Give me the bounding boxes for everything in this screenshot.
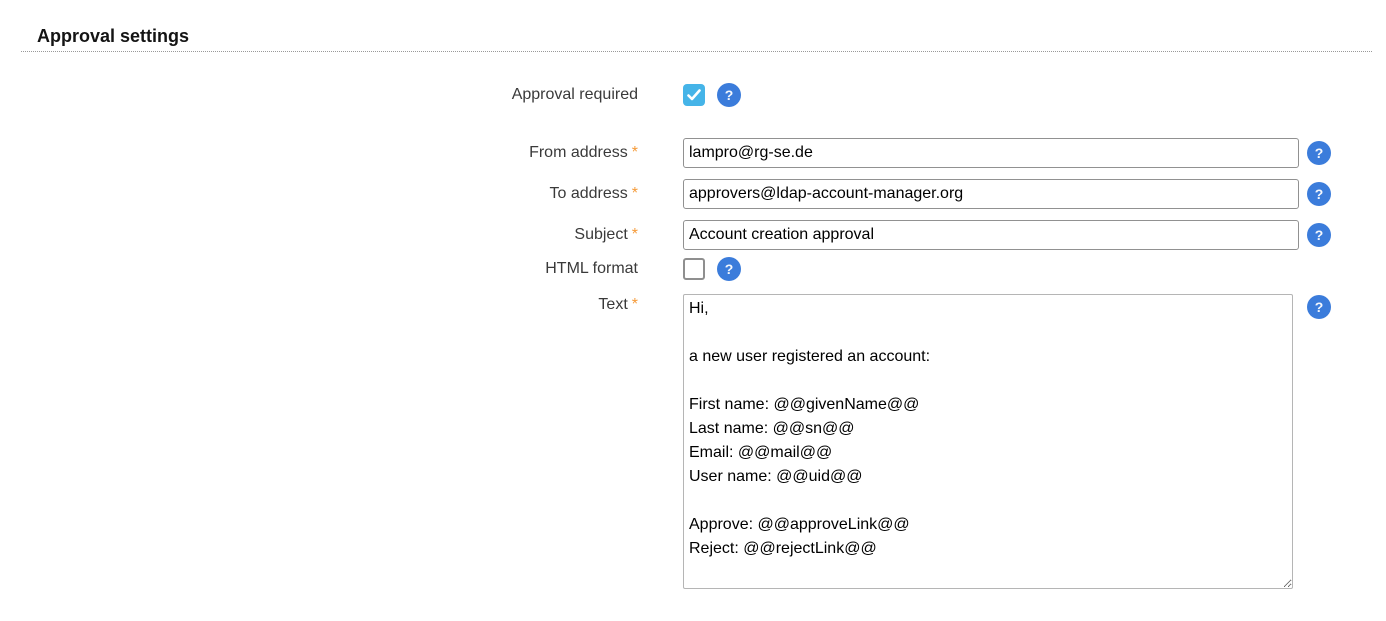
- from-address-row: From address* ?: [21, 138, 1372, 168]
- from-address-help-icon[interactable]: ?: [1307, 141, 1331, 165]
- approval-required-row: Approval required ?: [21, 83, 1372, 107]
- approval-required-help-icon[interactable]: ?: [717, 83, 741, 107]
- section-title: Approval settings: [21, 26, 1372, 52]
- text-help-icon[interactable]: ?: [1307, 295, 1331, 319]
- required-asterisk: *: [632, 185, 638, 202]
- approval-settings-form: Approval required ? From address* ?: [21, 83, 1372, 589]
- required-asterisk: *: [632, 296, 638, 313]
- subject-input[interactable]: [683, 220, 1299, 250]
- to-address-label: To address*: [21, 185, 683, 203]
- to-address-input[interactable]: [683, 179, 1299, 209]
- text-row: Text* Hi, a new user registered an accou…: [21, 294, 1372, 589]
- approval-required-label: Approval required: [21, 86, 683, 104]
- html-format-help-icon[interactable]: ?: [717, 257, 741, 281]
- html-format-checkbox[interactable]: [683, 258, 705, 280]
- subject-row: Subject* ?: [21, 220, 1372, 250]
- required-asterisk: *: [632, 144, 638, 161]
- checkmark-icon: [687, 89, 701, 101]
- to-address-help-icon[interactable]: ?: [1307, 182, 1331, 206]
- html-format-row: HTML format ?: [21, 257, 1372, 281]
- from-address-input[interactable]: [683, 138, 1299, 168]
- to-address-row: To address* ?: [21, 179, 1372, 209]
- approval-settings-section: Approval settings Approval required ? Fr…: [21, 26, 1372, 589]
- subject-help-icon[interactable]: ?: [1307, 223, 1331, 247]
- text-textarea[interactable]: Hi, a new user registered an account: Fi…: [683, 294, 1293, 589]
- html-format-label: HTML format: [21, 260, 683, 278]
- required-asterisk: *: [632, 226, 638, 243]
- text-label: Text*: [21, 294, 683, 314]
- approval-required-checkbox[interactable]: [683, 84, 705, 106]
- subject-label: Subject*: [21, 226, 683, 244]
- from-address-label: From address*: [21, 144, 683, 162]
